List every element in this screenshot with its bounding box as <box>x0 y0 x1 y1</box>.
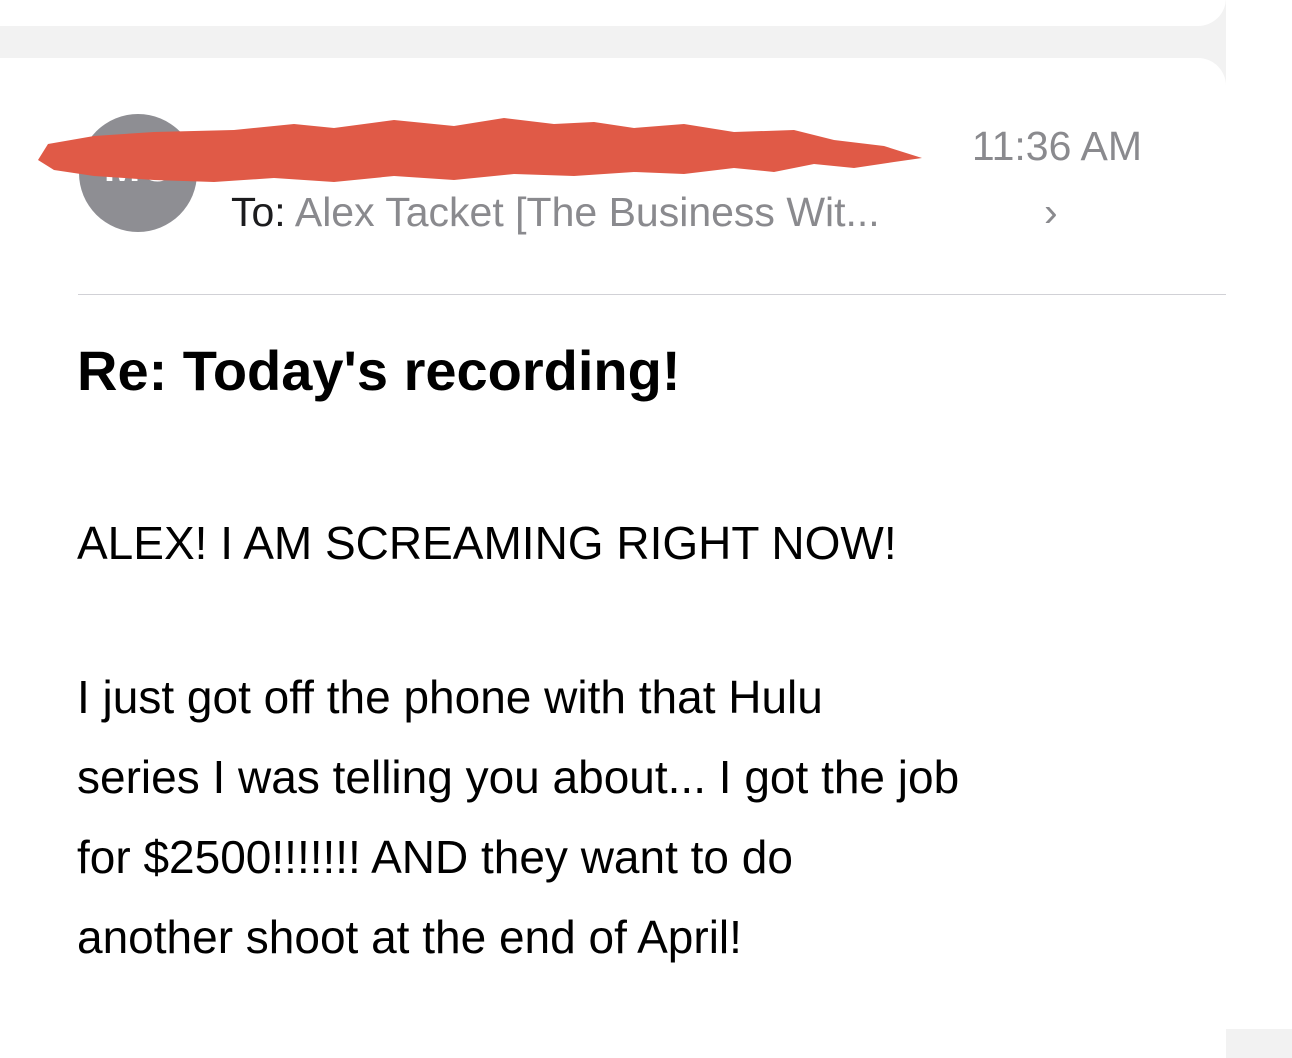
previous-message-card <box>0 0 1226 26</box>
right-edge <box>1226 0 1292 1029</box>
email-paragraph-2: I just got off the phone with that Hulu … <box>77 657 959 977</box>
email-paragraph-1: ALEX! I AM SCREAMING RIGHT NOW! <box>77 517 897 569</box>
sent-time: 11:36 AM <box>971 123 1142 169</box>
body-line: series I was telling you about... I got … <box>77 751 960 803</box>
body-line: I just got off the phone with that Hulu <box>77 671 823 723</box>
recipient-line[interactable]: To: Alex Tacket [The Business Wit... <box>231 189 880 236</box>
chevron-right-icon[interactable]: › <box>1044 189 1058 236</box>
email-subject: Re: Today's recording! <box>77 339 681 402</box>
recipient-name[interactable]: Alex Tacket [The Business Wit... <box>295 189 880 235</box>
to-label: To: <box>231 189 286 235</box>
redaction-mark <box>38 118 922 182</box>
body-line: another shoot at the end of April! <box>77 911 742 963</box>
body-line: for $2500!!!!!!! AND they want to do <box>77 831 793 883</box>
header-divider <box>78 294 1226 295</box>
